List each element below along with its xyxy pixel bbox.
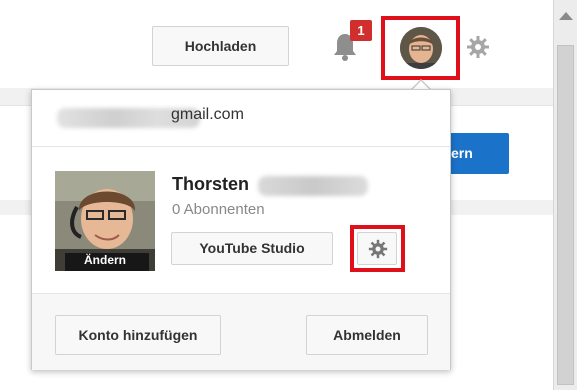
subscriber-count: 0 Abonnenten — [172, 201, 265, 218]
add-account-button[interactable]: Konto hinzufügen — [55, 315, 221, 355]
change-photo-label[interactable]: Ändern — [55, 249, 155, 271]
profile-section: Ändern Thorsten 0 Abonnenten YouTube Stu… — [32, 147, 450, 324]
page-action-button[interactable]: ern — [443, 133, 509, 174]
logout-button[interactable]: Abmelden — [306, 315, 428, 355]
avatar-photo — [400, 27, 442, 69]
user-name: Thorsten — [172, 174, 250, 194]
account-menu-popup: gmail.com Ändern Thorsten 0 Abonnenten Y… — [31, 89, 451, 370]
surname-redaction — [258, 176, 368, 196]
notification-badge: 1 — [350, 20, 372, 41]
account-avatar-button[interactable] — [400, 27, 442, 69]
scroll-thumb[interactable] — [557, 45, 574, 385]
settings-button[interactable] — [357, 232, 397, 265]
gear-icon[interactable] — [466, 35, 490, 59]
upload-button[interactable]: Hochladen — [152, 26, 289, 66]
vertical-scrollbar[interactable] — [553, 0, 577, 390]
youtube-studio-button[interactable]: YouTube Studio — [171, 232, 333, 265]
gear-icon — [368, 239, 388, 259]
account-email: gmail.com — [171, 106, 244, 123]
profile-picture[interactable]: Ändern — [55, 171, 155, 271]
page-action-button-label: ern — [451, 145, 473, 161]
scroll-up-arrow-icon[interactable] — [559, 12, 573, 20]
account-email-row: gmail.com — [32, 90, 450, 147]
account-menu-footer: Konto hinzufügen Abmelden — [32, 294, 450, 370]
